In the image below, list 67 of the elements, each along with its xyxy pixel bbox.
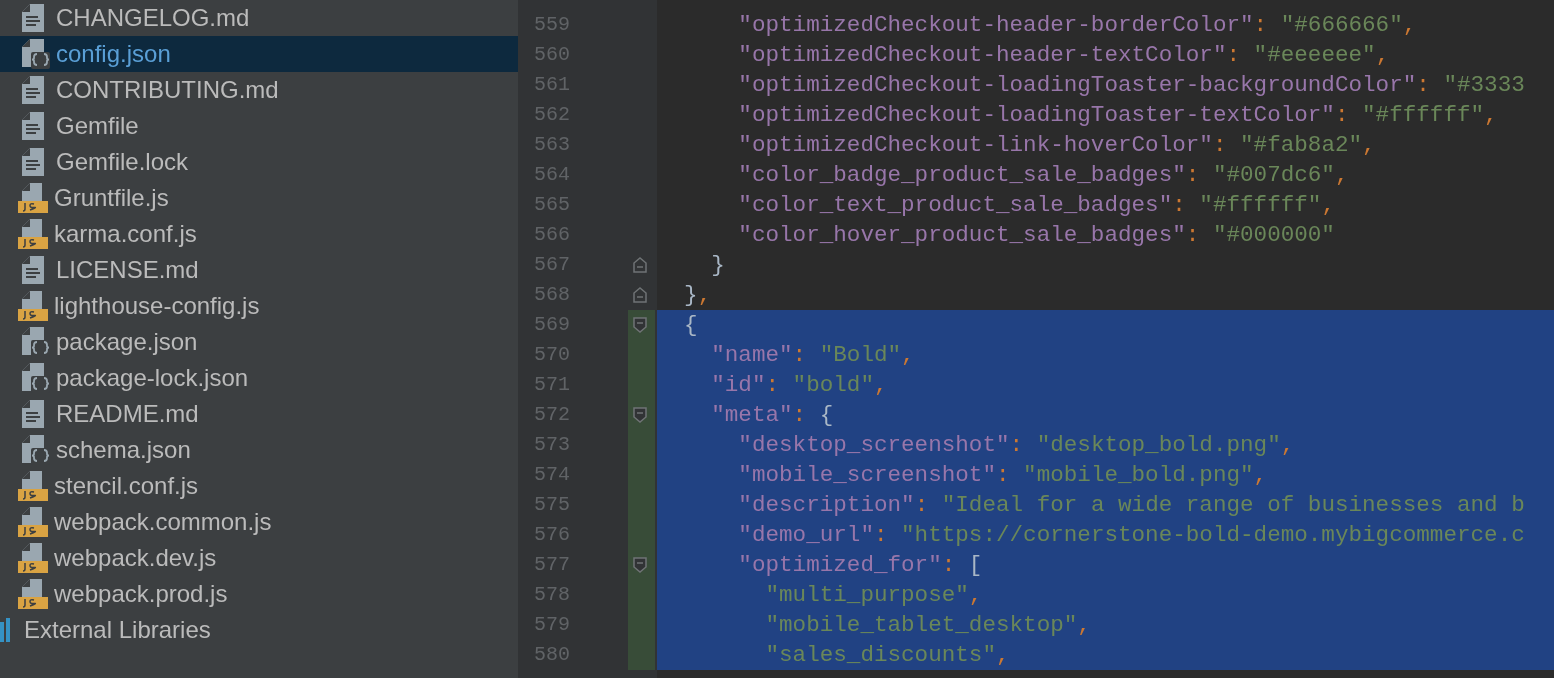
file-tree-item[interactable]: webpack.common.js bbox=[0, 504, 518, 540]
file-name: lighthouse-config.js bbox=[54, 291, 260, 321]
code-line: "color_badge_product_sale_badges": "#007dc6", bbox=[737, 161, 1350, 190]
code-line: }, bbox=[683, 281, 713, 310]
text-file-icon bbox=[22, 4, 44, 32]
text-file-icon bbox=[22, 76, 44, 104]
js-file-icon bbox=[18, 579, 48, 609]
code-line: "optimizedCheckout-loadingToaster-backgroundColor": "#3333 bbox=[737, 71, 1526, 100]
file-name: package.json bbox=[56, 327, 198, 357]
file-tree-item[interactable]: config.json bbox=[0, 36, 518, 72]
code-line: } bbox=[710, 251, 726, 280]
file-name: CONTRIBUTING.md bbox=[56, 75, 279, 105]
code-line: "color_text_product_sale_badges": "#ffffff", bbox=[737, 191, 1336, 220]
file-name: CHANGELOG.md bbox=[56, 3, 250, 33]
fold-marker-icon[interactable] bbox=[633, 557, 647, 573]
text-file-icon bbox=[22, 400, 44, 428]
js-file-icon bbox=[18, 471, 48, 501]
file-tree-item[interactable]: LICENSE.md bbox=[0, 252, 518, 288]
file-name: LICENSE.md bbox=[56, 255, 199, 285]
js-file-icon bbox=[18, 507, 48, 537]
file-name: webpack.common.js bbox=[54, 507, 272, 537]
file-name: package-lock.json bbox=[56, 363, 249, 393]
js-file-icon bbox=[18, 219, 48, 249]
file-name: Gemfile bbox=[56, 111, 139, 141]
file-tree-item[interactable]: README.md bbox=[0, 396, 518, 432]
file-tree-item[interactable]: karma.conf.js bbox=[0, 216, 518, 252]
json-file-icon bbox=[22, 39, 50, 69]
code-line: "optimizedCheckout-header-borderColor": "#666666", bbox=[737, 11, 1418, 40]
file-tree-item[interactable]: lighthouse-config.js bbox=[0, 288, 518, 324]
fold-marker-icon[interactable] bbox=[633, 407, 647, 423]
file-tree-item[interactable]: schema.json bbox=[0, 432, 518, 468]
file-tree-item[interactable]: package-lock.json bbox=[0, 360, 518, 396]
code-line: "color_hover_product_sale_badges": "#000000" bbox=[737, 221, 1336, 250]
file-name: schema.json bbox=[56, 435, 191, 465]
js-file-icon bbox=[18, 543, 48, 573]
file-tree-item[interactable]: Gruntfile.js bbox=[0, 180, 518, 216]
file-tree-item[interactable]: External Libraries bbox=[0, 612, 518, 648]
file-name: External Libraries bbox=[24, 615, 211, 645]
file-tree-item[interactable]: webpack.prod.js bbox=[0, 576, 518, 612]
file-tree-item[interactable]: Gemfile.lock bbox=[0, 144, 518, 180]
file-tree-item[interactable]: CHANGELOG.md bbox=[0, 0, 518, 36]
code-line: "optimizedCheckout-header-textColor": "#eeeeee", bbox=[737, 41, 1391, 70]
file-tree-item[interactable]: webpack.dev.js bbox=[0, 540, 518, 576]
text-file-icon bbox=[22, 112, 44, 140]
file-name: stencil.conf.js bbox=[54, 471, 199, 501]
file-tree-item[interactable]: stencil.conf.js bbox=[0, 468, 518, 504]
text-file-icon bbox=[22, 148, 44, 176]
file-name: webpack.prod.js bbox=[54, 579, 228, 609]
file-tree-item[interactable]: CONTRIBUTING.md bbox=[0, 72, 518, 108]
file-tree-item[interactable]: package.json bbox=[0, 324, 518, 360]
json-file-icon bbox=[22, 327, 50, 357]
bar-chart-icon bbox=[0, 618, 10, 642]
file-name: webpack.dev.js bbox=[54, 543, 217, 573]
js-file-icon bbox=[18, 291, 48, 321]
file-tree-item[interactable]: Gemfile bbox=[0, 108, 518, 144]
code-line: "optimizedCheckout-loadingToaster-textColor": "#ffffff", bbox=[737, 101, 1499, 130]
code-line: "optimizedCheckout-link-hoverColor": "#fab8a2", bbox=[737, 131, 1377, 160]
js-file-icon bbox=[18, 183, 48, 213]
file-name: config.json bbox=[56, 39, 171, 69]
text-file-icon bbox=[22, 256, 44, 284]
json-file-icon bbox=[22, 363, 50, 393]
file-name: karma.conf.js bbox=[54, 219, 197, 249]
file-name: Gruntfile.js bbox=[54, 183, 169, 213]
fold-marker-icon[interactable] bbox=[633, 317, 647, 333]
file-name: Gemfile.lock bbox=[56, 147, 189, 177]
file-name: README.md bbox=[56, 399, 199, 429]
json-file-icon bbox=[22, 435, 50, 465]
